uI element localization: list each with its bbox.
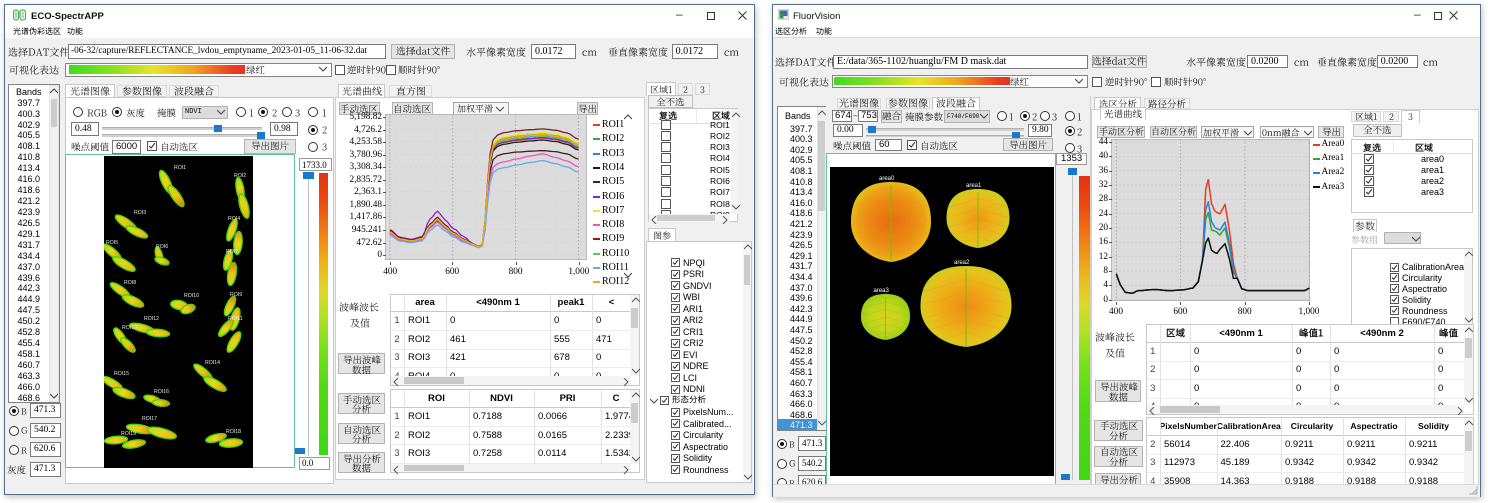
svg-text:ROI6: ROI6 (156, 244, 168, 250)
svg-text:ROI2: ROI2 (234, 173, 246, 179)
svg-text:ROI13: ROI13 (122, 325, 137, 331)
svg-text:ROI16: ROI16 (154, 389, 169, 395)
svg-text:ROI18: ROI18 (226, 429, 241, 435)
svg-text:ROI10: ROI10 (184, 293, 199, 299)
svg-text:ROI9: ROI9 (230, 292, 242, 298)
svg-text:ROI19: ROI19 (121, 431, 136, 437)
svg-text:ROI8: ROI8 (124, 280, 136, 286)
svg-text:ROI4: ROI4 (228, 216, 240, 222)
svg-text:ROI7: ROI7 (226, 249, 238, 255)
svg-text:ROI5: ROI5 (106, 240, 118, 246)
svg-text:ROI11: ROI11 (228, 316, 243, 322)
svg-text:ROI14: ROI14 (205, 360, 220, 366)
svg-text:area3: area3 (874, 288, 890, 294)
svg-text:area0: area0 (879, 176, 895, 182)
svg-text:ROI12: ROI12 (144, 316, 159, 322)
svg-text:area1: area1 (966, 183, 982, 189)
svg-text:area2: area2 (954, 260, 970, 266)
svg-text:ROI1: ROI1 (174, 165, 186, 171)
svg-text:ROI15: ROI15 (114, 371, 129, 377)
svg-text:ROI3: ROI3 (134, 210, 146, 216)
svg-text:ROI17: ROI17 (142, 416, 157, 422)
